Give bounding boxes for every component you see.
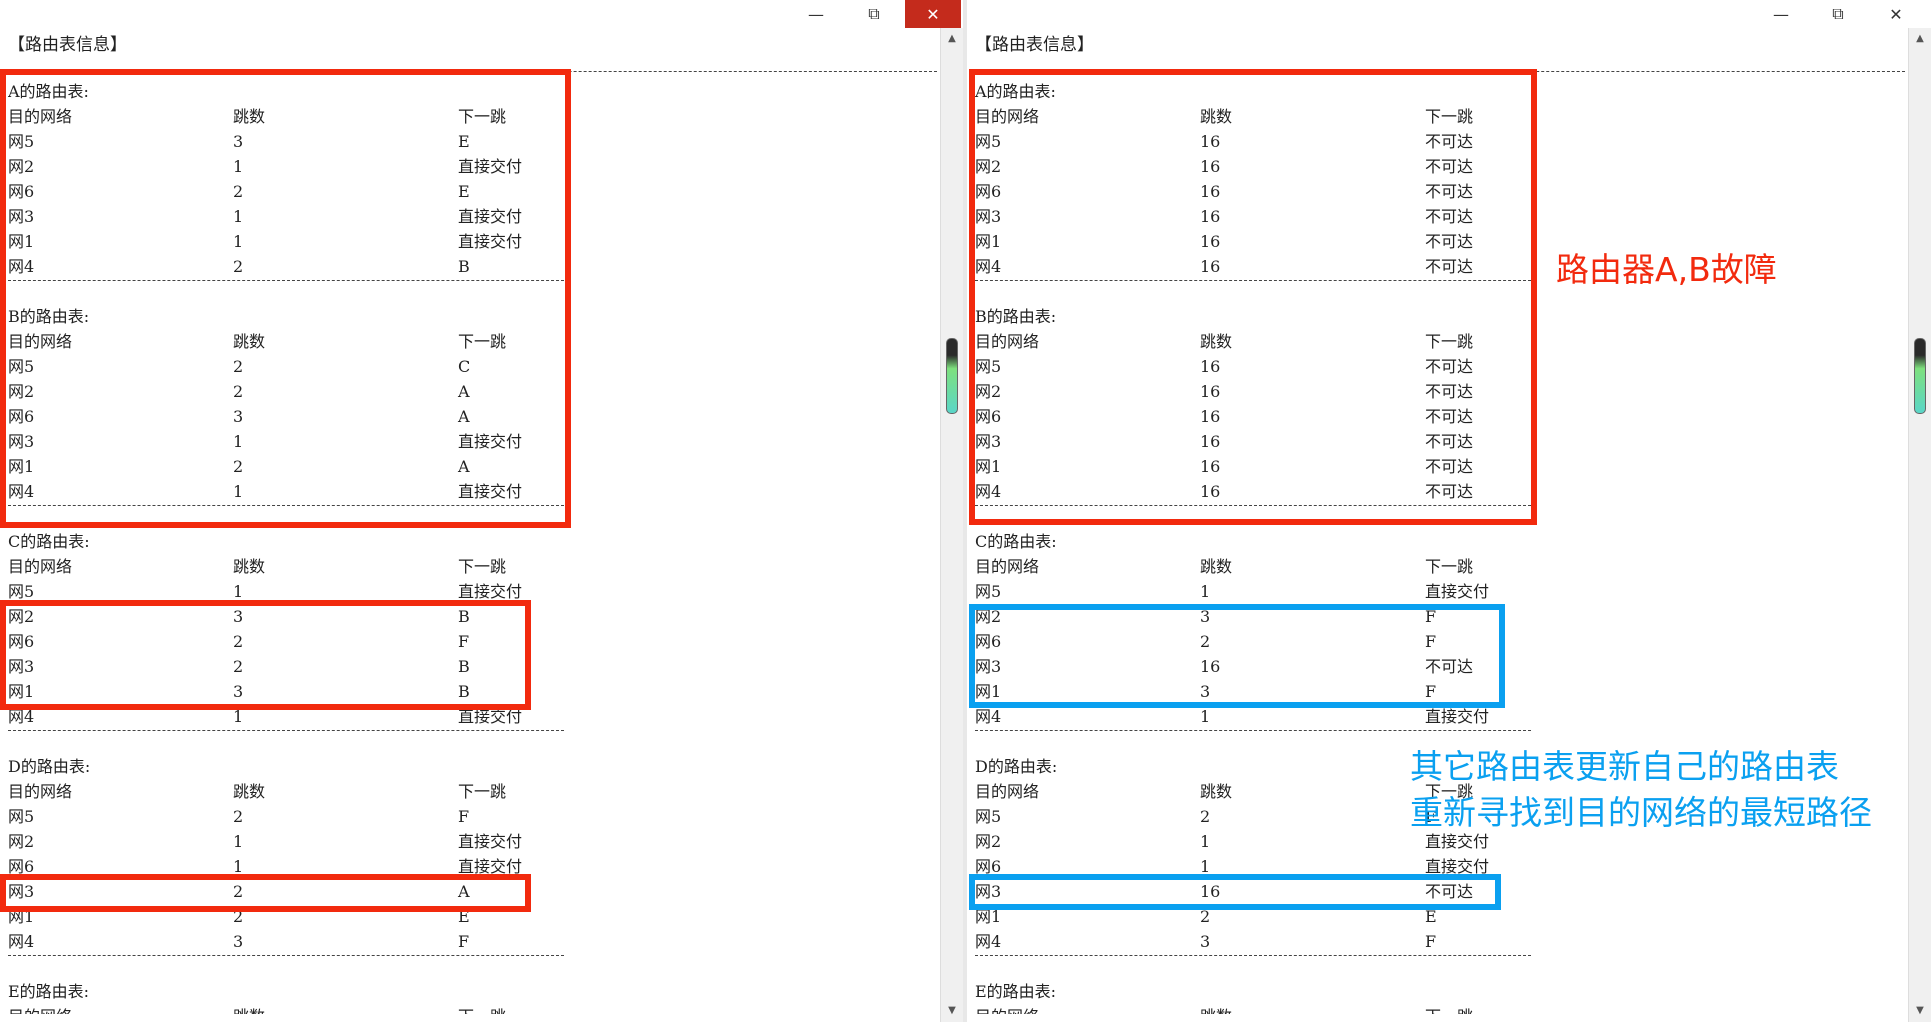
- table-cell: 网4: [8, 932, 35, 951]
- routing-table: E的路由表: 目的网络跳数下一跳: [975, 979, 1535, 1014]
- column-header: 下一跳: [1425, 557, 1474, 576]
- routing-table-title: C的路由表:: [975, 532, 1057, 551]
- annotation-update-line1: 其它路由表更新自己的路由表: [1410, 747, 1839, 786]
- right-titlebar: — ⧉ ✕: [967, 0, 1931, 28]
- table-cell: F: [458, 807, 470, 826]
- column-header: 跳数: [1200, 557, 1233, 576]
- scroll-down-icon[interactable]: ▼: [1909, 1002, 1931, 1020]
- table-header-row: 目的网络 跳数 下一跳: [8, 554, 568, 579]
- table-cell: 网5: [975, 807, 1002, 826]
- minimize-icon[interactable]: —: [788, 0, 844, 28]
- table-cell: 直接交付: [458, 832, 523, 851]
- table-cell: 2: [1200, 807, 1211, 826]
- restore-icon[interactable]: ⧉: [846, 0, 902, 28]
- routing-info-header: 【路由表信息】: [975, 35, 1094, 55]
- routing-table: D的路由表: 目的网络 跳数 下一跳 网5 2 F 网2 1 直接交付 网6 1 直接交付 网3 2 A 网1 2…: [8, 754, 568, 956]
- table-row: 网5 2 F: [8, 804, 568, 829]
- divider: [975, 730, 1531, 731]
- column-header: 目的网络: [975, 1004, 1200, 1014]
- table-cell: 网5: [8, 807, 35, 826]
- close-icon[interactable]: ✕: [905, 0, 961, 28]
- column-header: 跳数: [1200, 782, 1233, 801]
- table-cell: 1: [233, 832, 244, 851]
- column-header: 下一跳: [458, 557, 507, 576]
- column-header: 目的网络: [8, 782, 73, 801]
- routing-table: E的路由表: 目的网络跳数下一跳: [8, 979, 568, 1014]
- scroll-up-icon[interactable]: ▲: [1909, 30, 1931, 48]
- routing-table-title: E的路由表:: [975, 982, 1057, 1001]
- divider: [975, 955, 1531, 956]
- column-header: 下一跳: [458, 782, 507, 801]
- routing-table-title: E的路由表:: [8, 982, 90, 1001]
- table-cell: 直接交付: [1425, 582, 1490, 601]
- table-cell: 3: [233, 932, 244, 951]
- table-row: 网5 1 直接交付: [975, 579, 1535, 604]
- column-header: 目的网络: [975, 782, 1040, 801]
- highlight-failed-routers-a-b: [969, 69, 1537, 525]
- scroll-thumb[interactable]: [1914, 338, 1926, 414]
- table-cell: F: [1425, 932, 1437, 951]
- table-header-row: 目的网络 跳数 下一跳: [975, 554, 1535, 579]
- highlight-d-affected-row: [0, 874, 531, 912]
- annotation-router-failure: 路由器A,B故障: [1556, 250, 1777, 289]
- restore-icon[interactable]: ⧉: [1810, 0, 1866, 28]
- vertical-scrollbar[interactable]: ▲ ▼: [1908, 28, 1931, 1022]
- scroll-up-icon[interactable]: ▲: [941, 30, 963, 48]
- divider: [8, 955, 564, 956]
- table-header-row: 目的网络 跳数 下一跳: [8, 779, 568, 804]
- table-header-row: 目的网络跳数下一跳: [975, 1004, 1535, 1014]
- close-icon[interactable]: ✕: [1868, 0, 1924, 28]
- table-cell: 网2: [8, 832, 35, 851]
- column-header: 跳数: [233, 1004, 458, 1014]
- column-header: 目的网络: [8, 1004, 233, 1014]
- table-cell: 1: [1200, 832, 1211, 851]
- table-cell: 2: [233, 807, 244, 826]
- table-row: 网2 1 直接交付: [8, 829, 568, 854]
- column-header: 下一跳: [1425, 1004, 1535, 1014]
- scroll-down-icon[interactable]: ▼: [941, 1002, 963, 1020]
- routing-table-title: C的路由表:: [8, 532, 90, 551]
- table-header-row: 目的网络跳数下一跳: [8, 1004, 568, 1014]
- routing-info-header: 【路由表信息】: [8, 35, 127, 55]
- routing-table-title: D的路由表:: [8, 757, 91, 776]
- column-header: 跳数: [233, 782, 266, 801]
- minimize-icon[interactable]: —: [1753, 0, 1809, 28]
- column-header: 下一跳: [458, 1004, 568, 1014]
- column-header: 目的网络: [8, 557, 73, 576]
- table-cell: 网4: [975, 932, 1002, 951]
- table-cell: F: [458, 932, 470, 951]
- table-cell: 网2: [975, 832, 1002, 851]
- highlight-c-affected-rows: [0, 600, 531, 710]
- table-cell: 3: [1200, 932, 1211, 951]
- highlight-d-updated-row: [969, 874, 1501, 910]
- column-header: 跳数: [1200, 1004, 1425, 1014]
- table-row: 网4 3 F: [975, 929, 1535, 954]
- divider: [8, 730, 564, 731]
- table-cell: 1: [1200, 582, 1211, 601]
- table-row: 网4 3 F: [8, 929, 568, 954]
- column-header: 跳数: [233, 557, 266, 576]
- table-cell: 网5: [975, 582, 1002, 601]
- annotation-update-line2: 重新寻找到目的网络的最短路径: [1410, 793, 1872, 832]
- highlight-failed-routers-a-b: [0, 69, 571, 528]
- column-header: 目的网络: [975, 557, 1040, 576]
- vertical-scrollbar[interactable]: ▲ ▼: [940, 28, 963, 1022]
- scroll-thumb[interactable]: [946, 338, 958, 414]
- left-titlebar: — ⧉ ✕: [0, 0, 963, 28]
- highlight-c-updated-rows: [969, 604, 1505, 708]
